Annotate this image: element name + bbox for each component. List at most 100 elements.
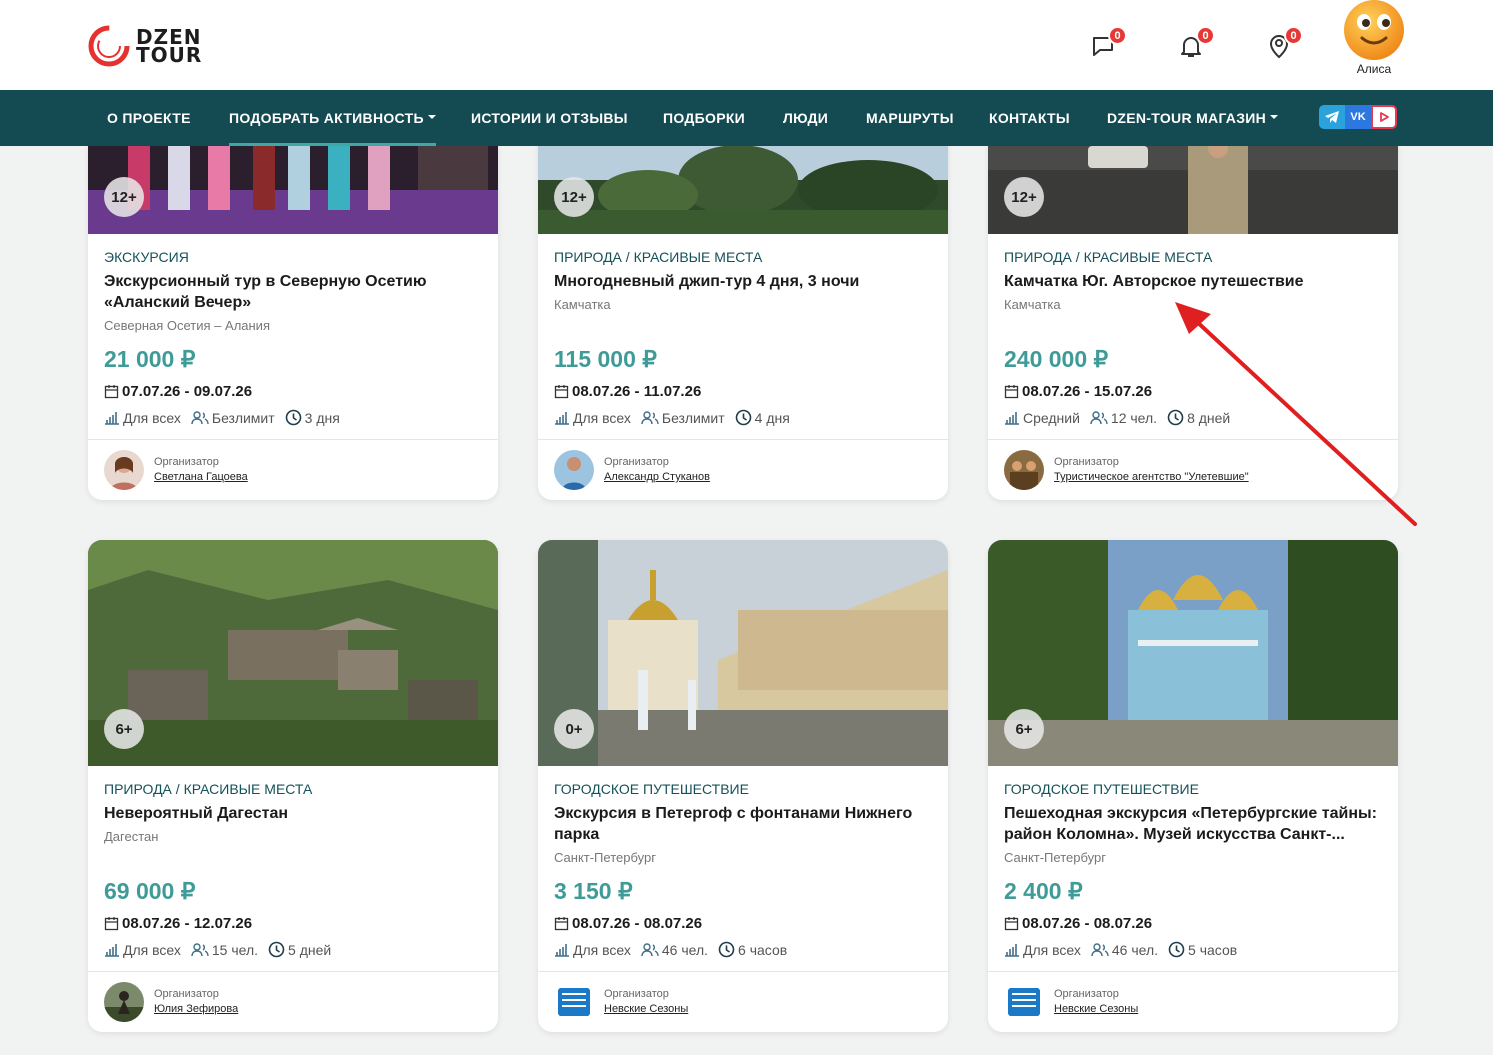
nav-item-routes[interactable]: МАРШРУТЫ xyxy=(866,90,954,146)
card-category[interactable]: ПРИРОДА / КРАСИВЫЕ МЕСТА xyxy=(554,249,762,265)
location-button[interactable]: 0 xyxy=(1265,26,1303,60)
organizer-avatar[interactable] xyxy=(1004,982,1044,1022)
organizer-name-link[interactable]: Юлия Зефирова xyxy=(154,1003,238,1015)
nav-item-shop[interactable]: DZEN-TOUR МАГАЗИН xyxy=(1107,90,1279,146)
tour-card[interactable]: 12+ ЭКСКУРСИЯ Экскурсионный тур в Северн… xyxy=(88,100,498,500)
card-location: Санкт-Петербург xyxy=(1004,850,1106,865)
nav-label: О ПРОЕКТЕ xyxy=(107,110,191,126)
nav-label: МАРШРУТЫ xyxy=(866,110,954,126)
organizer-avatar[interactable] xyxy=(104,982,144,1022)
duration-text: 5 дней xyxy=(288,941,332,958)
nav-item-collections[interactable]: ПОДБОРКИ xyxy=(663,90,745,146)
nav-item-people[interactable]: ЛЮДИ xyxy=(783,90,828,146)
card-dates: 08.07.26 - 08.07.26 xyxy=(554,915,702,932)
nav-label: ПОДОБРАТЬ АКТИВНОСТЬ xyxy=(229,110,424,126)
calendar-icon xyxy=(104,917,119,931)
level-meta: Для всех xyxy=(554,410,631,426)
duration-meta: 4 дня xyxy=(735,409,790,426)
card-price: 69 000 ₽ xyxy=(104,878,196,904)
card-title[interactable]: Камчатка Юг. Авторское путешествие xyxy=(1004,271,1384,292)
nav-label: КОНТАКТЫ xyxy=(989,110,1070,126)
age-badge: 6+ xyxy=(104,709,144,749)
calendar-icon xyxy=(1004,385,1019,399)
organizer-avatar[interactable] xyxy=(104,450,144,490)
group-meta: 46 чел. xyxy=(641,942,708,958)
level-bars-icon xyxy=(1005,411,1019,425)
clock-icon xyxy=(735,409,751,426)
level-bars-icon xyxy=(1005,943,1019,957)
user-name[interactable]: Алиса xyxy=(1342,62,1406,76)
caret-down-icon xyxy=(1270,115,1279,120)
card-title[interactable]: Невероятный Дагестан xyxy=(104,803,484,824)
level-meta: Для всех xyxy=(104,942,181,958)
organizer-name-link[interactable]: Александр Стуканов xyxy=(604,471,710,483)
nav-item-contacts[interactable]: КОНТАКТЫ xyxy=(989,90,1070,146)
card-price: 2 400 ₽ xyxy=(1004,878,1083,904)
card-price: 115 000 ₽ xyxy=(554,346,657,372)
level-text: Для всех xyxy=(573,941,631,958)
notifications-button[interactable]: 0 xyxy=(1177,26,1215,60)
logo-text: DZEN TOUR xyxy=(136,27,203,67)
card-category[interactable]: ГОРОДСКОЕ ПУТЕШЕСТВИЕ xyxy=(1004,781,1199,797)
people-icon xyxy=(191,410,209,424)
group-text: 12 чел. xyxy=(1110,409,1158,426)
group-meta: 46 чел. xyxy=(1091,942,1158,958)
nav-item-stories[interactable]: ИСТОРИИ И ОТЗЫВЫ xyxy=(471,90,628,146)
organizer-name-link[interactable]: Невские Сезоны xyxy=(1054,1003,1138,1015)
age-badge: 6+ xyxy=(1004,709,1044,749)
tour-card[interactable]: 0+ ГОРОДСКОЕ ПУТЕШЕСТВИЕ Экскурсия в Пет… xyxy=(538,540,948,1032)
group-meta: 12 чел. xyxy=(1090,410,1157,426)
organizer-name-link[interactable]: Невские Сезоны xyxy=(604,1003,688,1015)
tour-card[interactable]: 12+ ПРИРОДА / КРАСИВЫЕ МЕСТА Многодневны… xyxy=(538,100,948,500)
organizer-avatar[interactable] xyxy=(1004,450,1044,490)
card-title[interactable]: Экскурсионный тур в Северную Осетию «Ала… xyxy=(104,271,484,313)
card-title[interactable]: Экскурсия в Петергоф с фонтанами Нижнего… xyxy=(554,803,934,845)
tour-card[interactable]: 6+ ПРИРОДА / КРАСИВЫЕ МЕСТА Невероятный … xyxy=(88,540,498,1032)
card-category[interactable]: ГОРОДСКОЕ ПУТЕШЕСТВИЕ xyxy=(554,781,749,797)
duration-meta: 5 дней xyxy=(268,941,331,958)
card-meta: Для всех 46 чел. 6 часов xyxy=(554,941,797,958)
calendar-icon xyxy=(1004,917,1019,931)
organizer-avatar[interactable] xyxy=(554,982,594,1022)
level-text: Для всех xyxy=(123,409,181,426)
card-category[interactable]: ЭКСКУРСИЯ xyxy=(104,249,189,265)
tour-card[interactable]: 6+ ГОРОДСКОЕ ПУТЕШЕСТВИЕ Пешеходная экск… xyxy=(988,540,1398,1032)
organizer-label: Организатор xyxy=(154,988,219,1000)
dates-text: 08.07.26 - 08.07.26 xyxy=(572,915,703,932)
rutube-icon[interactable] xyxy=(1371,105,1397,129)
messages-button[interactable]: 0 xyxy=(1089,26,1127,60)
duration-text: 5 часов xyxy=(1188,941,1238,958)
group-text: 46 чел. xyxy=(661,941,709,958)
duration-meta: 3 дня xyxy=(285,409,340,426)
clock-icon xyxy=(1168,941,1185,958)
card-meta: Для всех 15 чел. 5 дней xyxy=(104,941,341,958)
level-bars-icon xyxy=(555,411,569,425)
organizer-label: Организатор xyxy=(604,988,669,1000)
card-title[interactable]: Многодневный джип-тур 4 дня, 3 ночи xyxy=(554,271,934,292)
group-text: Безлимит xyxy=(211,409,275,426)
card-location: Дагестан xyxy=(104,829,159,844)
level-meta: Для всех xyxy=(554,942,631,958)
card-divider xyxy=(538,439,948,440)
card-category[interactable]: ПРИРОДА / КРАСИВЫЕ МЕСТА xyxy=(1004,249,1212,265)
age-badge: 0+ xyxy=(554,709,594,749)
telegram-icon[interactable] xyxy=(1319,105,1345,129)
organizer-name-link[interactable]: Светлана Гацоева xyxy=(154,471,248,483)
user-avatar[interactable] xyxy=(1342,0,1406,64)
nav-item-find-activity[interactable]: ПОДОБРАТЬ АКТИВНОСТЬ xyxy=(229,90,436,146)
vk-icon[interactable]: VK xyxy=(1345,105,1371,129)
card-dates: 08.07.26 - 12.07.26 xyxy=(104,915,252,932)
organizer-avatar[interactable] xyxy=(554,450,594,490)
card-category[interactable]: ПРИРОДА / КРАСИВЫЕ МЕСТА xyxy=(104,781,312,797)
card-location: Северная Осетия – Алания xyxy=(104,318,270,333)
site-logo[interactable]: DZEN TOUR xyxy=(86,22,246,70)
logo-line-2: TOUR xyxy=(136,43,203,67)
duration-text: 6 часов xyxy=(738,941,788,958)
group-text: Безлимит xyxy=(661,409,725,426)
card-title[interactable]: Пешеходная экскурсия «Петербургские тайн… xyxy=(1004,803,1384,845)
card-divider xyxy=(538,971,948,972)
level-text: Для всех xyxy=(123,941,181,958)
card-price: 240 000 ₽ xyxy=(1004,346,1109,372)
organizer-label: Организатор xyxy=(1054,988,1119,1000)
nav-item-about[interactable]: О ПРОЕКТЕ xyxy=(107,90,191,146)
